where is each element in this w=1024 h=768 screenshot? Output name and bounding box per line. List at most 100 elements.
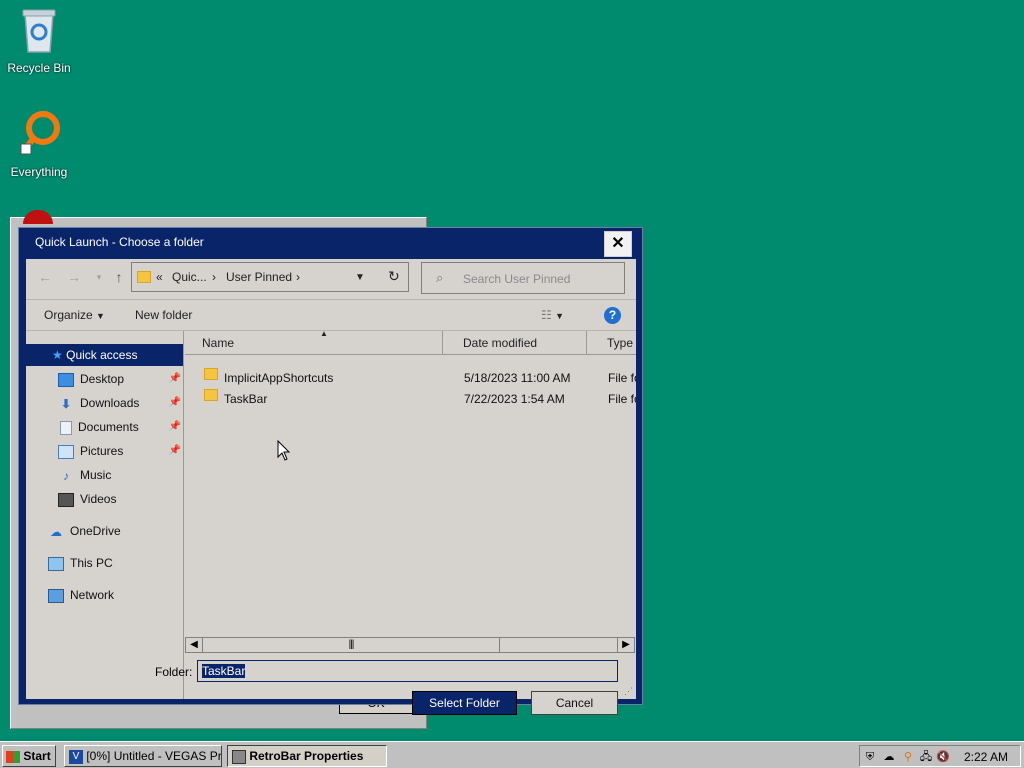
nav-item-desktop[interactable]: Desktop 📌 bbox=[58, 368, 181, 390]
address-segment-user-pinned[interactable]: User Pinned bbox=[226, 270, 292, 284]
column-header-name[interactable]: Name ▲ bbox=[185, 331, 443, 355]
volume-muted-icon[interactable]: 🔇 bbox=[936, 750, 950, 764]
help-icon[interactable]: ? bbox=[604, 307, 621, 324]
up-arrow-icon[interactable]: ↑ bbox=[109, 267, 129, 287]
start-button[interactable]: Start bbox=[2, 745, 56, 767]
start-label: Start bbox=[23, 749, 51, 763]
network-icon bbox=[48, 588, 64, 603]
nav-item-this-pc[interactable]: This PC bbox=[48, 552, 181, 574]
nav-label: Videos bbox=[80, 492, 117, 506]
new-folder-button[interactable]: New folder bbox=[135, 308, 192, 322]
pin-icon[interactable]: 📌 bbox=[169, 416, 181, 438]
file-row[interactable]: TaskBar 7/22/2023 1:54 AM File fo bbox=[185, 389, 636, 409]
scroll-right-arrow-icon[interactable]: ▶ bbox=[617, 638, 634, 652]
address-dropdown-chevron-icon[interactable]: ▼ bbox=[355, 272, 365, 283]
address-separator[interactable]: › bbox=[296, 270, 300, 284]
retrobar-app-icon bbox=[232, 749, 246, 764]
search-placeholder: Search User Pinned bbox=[463, 272, 571, 286]
nav-item-videos[interactable]: Videos bbox=[58, 488, 181, 510]
recycle-bin-icon bbox=[22, 9, 56, 53]
nav-item-music[interactable]: ♪ Music bbox=[58, 464, 181, 486]
address-overflow[interactable]: « bbox=[156, 270, 163, 284]
shield-icon[interactable]: ⛨ bbox=[863, 750, 877, 764]
nav-item-pictures[interactable]: Pictures 📌 bbox=[58, 440, 181, 462]
pin-icon[interactable]: 📌 bbox=[169, 368, 181, 390]
command-toolbar: Organize ▼ New folder ☷ ▼ ? bbox=[26, 299, 636, 331]
organize-menu[interactable]: Organize ▼ bbox=[44, 308, 105, 322]
nav-label: Downloads bbox=[80, 396, 140, 410]
taskbar-button-vegas[interactable]: V [0%] Untitled - VEGAS Pro... bbox=[64, 745, 222, 767]
file-list: Name ▲ Date modified Type ImplicitAppSho… bbox=[185, 331, 636, 626]
folder-label: Folder: bbox=[155, 665, 193, 679]
column-name-label: Name bbox=[202, 336, 235, 350]
folder-input[interactable]: TaskBar bbox=[197, 660, 618, 682]
cloud-icon: ☁ bbox=[50, 524, 62, 539]
clock[interactable]: 2:22 AM bbox=[964, 750, 1008, 764]
nav-label: Quick access bbox=[66, 348, 138, 362]
file-name: TaskBar bbox=[224, 392, 268, 406]
network-tray-icon[interactable]: 🖧 bbox=[919, 750, 933, 764]
address-separator[interactable]: › bbox=[212, 270, 216, 284]
search-input[interactable]: ⌕ Search User Pinned bbox=[421, 262, 625, 294]
scroll-left-arrow-icon[interactable]: ◀ bbox=[186, 638, 203, 652]
vegas-app-icon: V bbox=[69, 749, 83, 764]
file-type: File fo bbox=[608, 371, 636, 385]
file-name: ImplicitAppShortcuts bbox=[224, 371, 334, 385]
windows-logo-icon bbox=[6, 750, 20, 763]
cloud-offline-icon[interactable]: ☁ bbox=[882, 750, 896, 764]
pin-icon[interactable]: 📌 bbox=[169, 392, 181, 414]
choose-folder-dialog: Quick Launch - Choose a folder ✕ ← → ▾ ↑… bbox=[18, 227, 643, 715]
folder-icon bbox=[204, 368, 218, 380]
resize-grip-icon[interactable]: ⋰ bbox=[624, 686, 633, 697]
recycle-bin-label: Recycle Bin bbox=[7, 61, 71, 75]
document-icon bbox=[60, 420, 72, 435]
recycle-bin-desktop-icon[interactable]: Recycle Bin bbox=[1, 8, 77, 75]
dialog-body: ← → ▾ ↑ « Quic... › User Pinned › ▼ ↻ ⌕ … bbox=[26, 259, 636, 715]
everything-tray-icon[interactable]: ⚲ bbox=[901, 750, 915, 764]
address-bar[interactable]: « Quic... › User Pinned › ▼ ↻ bbox=[131, 262, 409, 292]
search-icon: ⌕ bbox=[436, 270, 444, 285]
mouse-cursor-icon bbox=[277, 440, 291, 461]
organize-label: Organize bbox=[44, 308, 93, 322]
everything-desktop-icon[interactable]: Everything bbox=[1, 108, 77, 179]
pin-icon[interactable]: 📌 bbox=[169, 440, 181, 462]
nav-item-network[interactable]: Network bbox=[48, 584, 181, 606]
navigation-pane: ★ Quick access Desktop 📌 ⬇ Downloads 📌 Do… bbox=[26, 331, 184, 699]
download-arrow-icon: ⬇ bbox=[60, 396, 72, 411]
folder-input-value: TaskBar bbox=[202, 664, 246, 678]
nav-label: Desktop bbox=[80, 372, 125, 386]
sort-arrow-icon: ▲ bbox=[320, 331, 328, 338]
nav-label: Network bbox=[70, 588, 115, 602]
taskbar: Start V [0%] Untitled - VEGAS Pro... Ret… bbox=[0, 741, 1024, 768]
music-note-icon: ♪ bbox=[63, 468, 69, 483]
nav-label: OneDrive bbox=[70, 524, 121, 538]
close-button[interactable]: ✕ bbox=[604, 231, 632, 257]
task-label: [0%] Untitled - VEGAS Pro... bbox=[86, 749, 222, 763]
nav-label: This PC bbox=[70, 556, 113, 570]
back-arrow-icon[interactable]: ← bbox=[35, 267, 55, 287]
recent-locations-chevron-icon[interactable]: ▾ bbox=[89, 267, 109, 287]
nav-item-downloads[interactable]: ⬇ Downloads 📌 bbox=[58, 392, 181, 414]
forward-arrow-icon[interactable]: → bbox=[64, 267, 84, 287]
nav-label: Pictures bbox=[80, 444, 124, 458]
everything-label: Everything bbox=[10, 165, 68, 179]
column-header-type[interactable]: Type bbox=[587, 331, 636, 355]
horizontal-scrollbar[interactable]: ◀ ||| ▶ bbox=[185, 637, 635, 653]
nav-item-onedrive[interactable]: ☁ OneDrive bbox=[48, 520, 181, 542]
address-segment-quick[interactable]: Quic... bbox=[172, 270, 207, 284]
cancel-button[interactable]: Cancel bbox=[531, 691, 618, 715]
refresh-icon[interactable]: ↻ bbox=[388, 268, 400, 285]
chevron-down-icon: ▼ bbox=[96, 311, 105, 321]
view-options-icon[interactable]: ☷ ▼ bbox=[541, 308, 564, 322]
scrollbar-thumb[interactable]: ||| bbox=[203, 638, 500, 652]
taskbar-button-retrobar[interactable]: RetroBar Properties bbox=[227, 745, 387, 767]
task-label: RetroBar Properties bbox=[249, 749, 364, 763]
computer-icon bbox=[48, 556, 64, 571]
picture-icon bbox=[58, 444, 74, 459]
nav-item-documents[interactable]: Documents 📌 bbox=[58, 416, 181, 438]
file-row[interactable]: ImplicitAppShortcuts 5/18/2023 11:00 AM … bbox=[185, 368, 636, 388]
column-header-date[interactable]: Date modified bbox=[443, 331, 587, 355]
nav-label: Music bbox=[80, 468, 112, 482]
select-folder-button[interactable]: Select Folder bbox=[412, 691, 517, 715]
nav-item-quick-access[interactable]: ★ Quick access bbox=[26, 344, 183, 366]
